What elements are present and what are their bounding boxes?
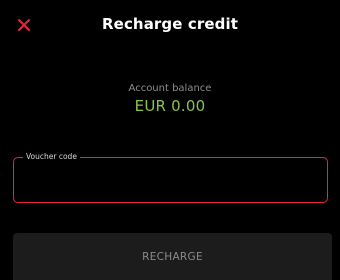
voucher-code-label: Voucher code <box>23 151 80 163</box>
recharge-button[interactable]: RECHARGE <box>13 233 332 280</box>
account-balance-label: Account balance <box>128 83 212 94</box>
header: Recharge credit <box>0 0 340 56</box>
recharge-credit-screen: Recharge credit Account balance EUR 0.00… <box>0 0 340 280</box>
recharge-button-label: RECHARGE <box>142 250 203 263</box>
page-title: Recharge credit <box>102 15 238 33</box>
voucher-code-field[interactable]: Voucher code <box>13 151 328 203</box>
account-balance-value: EUR 0.00 <box>134 97 206 115</box>
voucher-code-input[interactable] <box>24 172 318 196</box>
